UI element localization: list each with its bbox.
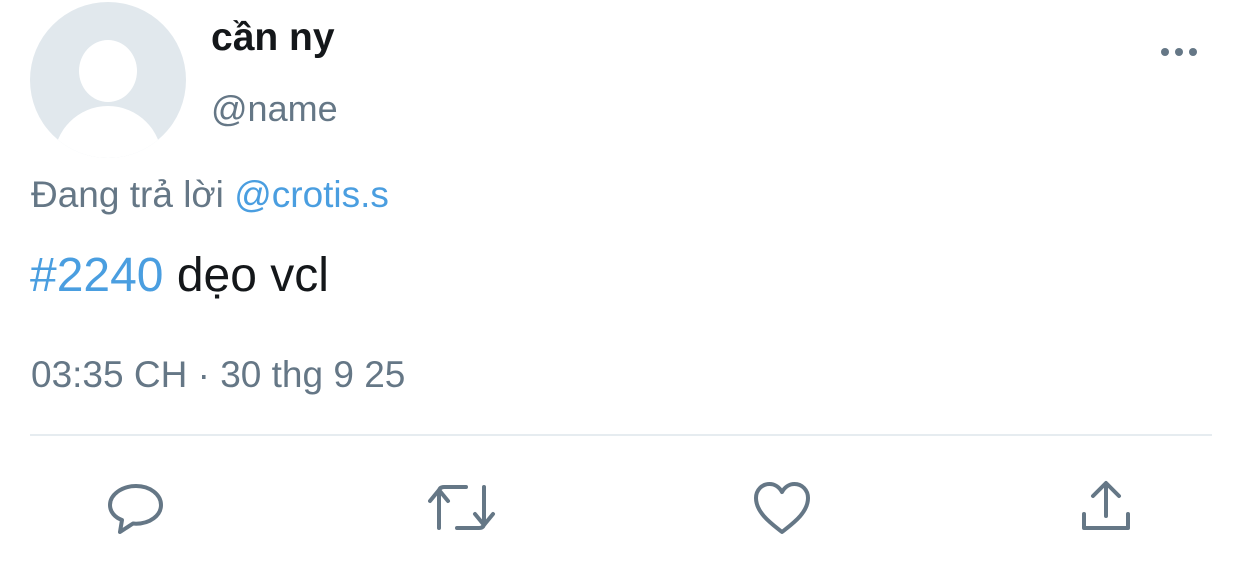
heart-icon[interactable]: [752, 478, 812, 538]
share-icon[interactable]: [1078, 478, 1138, 538]
divider: [30, 434, 1212, 436]
tweet-body-text: dẹo vcl: [163, 249, 329, 302]
retweet-icon[interactable]: [428, 478, 495, 538]
reply-prefix: Đang trả lời: [31, 174, 224, 215]
hashtag-link[interactable]: #2240: [30, 249, 163, 302]
replying-to: Đang trả lời @crotis.s: [31, 174, 389, 216]
tweet-text: #2240 dẹo vcl: [30, 248, 329, 303]
author-display-name[interactable]: cần ny: [211, 16, 335, 60]
avatar[interactable]: [30, 2, 186, 158]
tweet-timestamp[interactable]: 03:35 CH · 30 thg 9 25: [31, 354, 405, 396]
author-handle[interactable]: @name: [211, 88, 338, 130]
more-options-icon[interactable]: [1156, 34, 1202, 70]
default-profile-icon: [79, 40, 137, 102]
comment-icon[interactable]: [106, 478, 166, 538]
reply-to-mention-link[interactable]: @crotis.s: [234, 174, 389, 215]
